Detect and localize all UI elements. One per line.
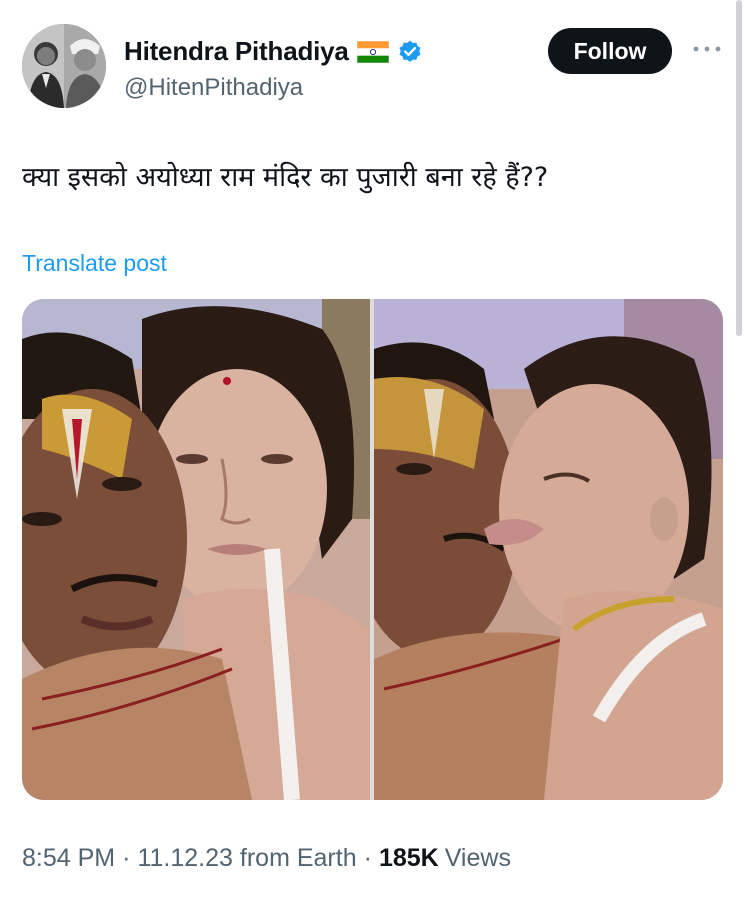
post-metadata: 8:54 PM · 11.12.23 from Earth · 185K Vie… <box>22 844 511 873</box>
more-options-button[interactable] <box>690 34 724 64</box>
media-photo-left[interactable] <box>22 299 370 800</box>
india-flag-icon <box>356 40 389 63</box>
post-text: क्या इसको अयोध्या राम मंदिर का पुजारी बन… <box>22 162 549 193</box>
verified-badge-icon[interactable] <box>397 39 423 65</box>
avatar-image <box>22 24 106 108</box>
meta-separator: · <box>363 844 372 872</box>
views-label[interactable]: Views <box>445 844 511 873</box>
translate-post-link[interactable]: Translate post <box>22 250 167 277</box>
photo-right-image <box>374 299 723 800</box>
post-header: Hitendra Pithadiya @HitenPithadiya Follo… <box>22 24 722 114</box>
author-handle[interactable]: @HitenPithadiya <box>124 74 303 102</box>
views-count[interactable]: 185K <box>379 844 439 873</box>
author-display-name[interactable]: Hitendra Pithadiya <box>124 36 349 67</box>
scrollbar[interactable] <box>736 0 742 336</box>
post-media[interactable] <box>22 299 723 800</box>
media-photo-right[interactable] <box>374 299 723 800</box>
more-horizontal-icon <box>693 46 721 52</box>
author-name-row: Hitendra Pithadiya <box>124 36 423 67</box>
photo-left-image <box>22 299 370 800</box>
author-avatar[interactable] <box>22 24 106 108</box>
post-source: from Earth <box>239 844 357 872</box>
post-time[interactable]: 8:54 PM <box>22 844 115 873</box>
follow-button[interactable]: Follow <box>548 28 672 74</box>
post-date[interactable]: 11.12.23 <box>137 844 232 873</box>
meta-separator: · <box>122 844 131 872</box>
